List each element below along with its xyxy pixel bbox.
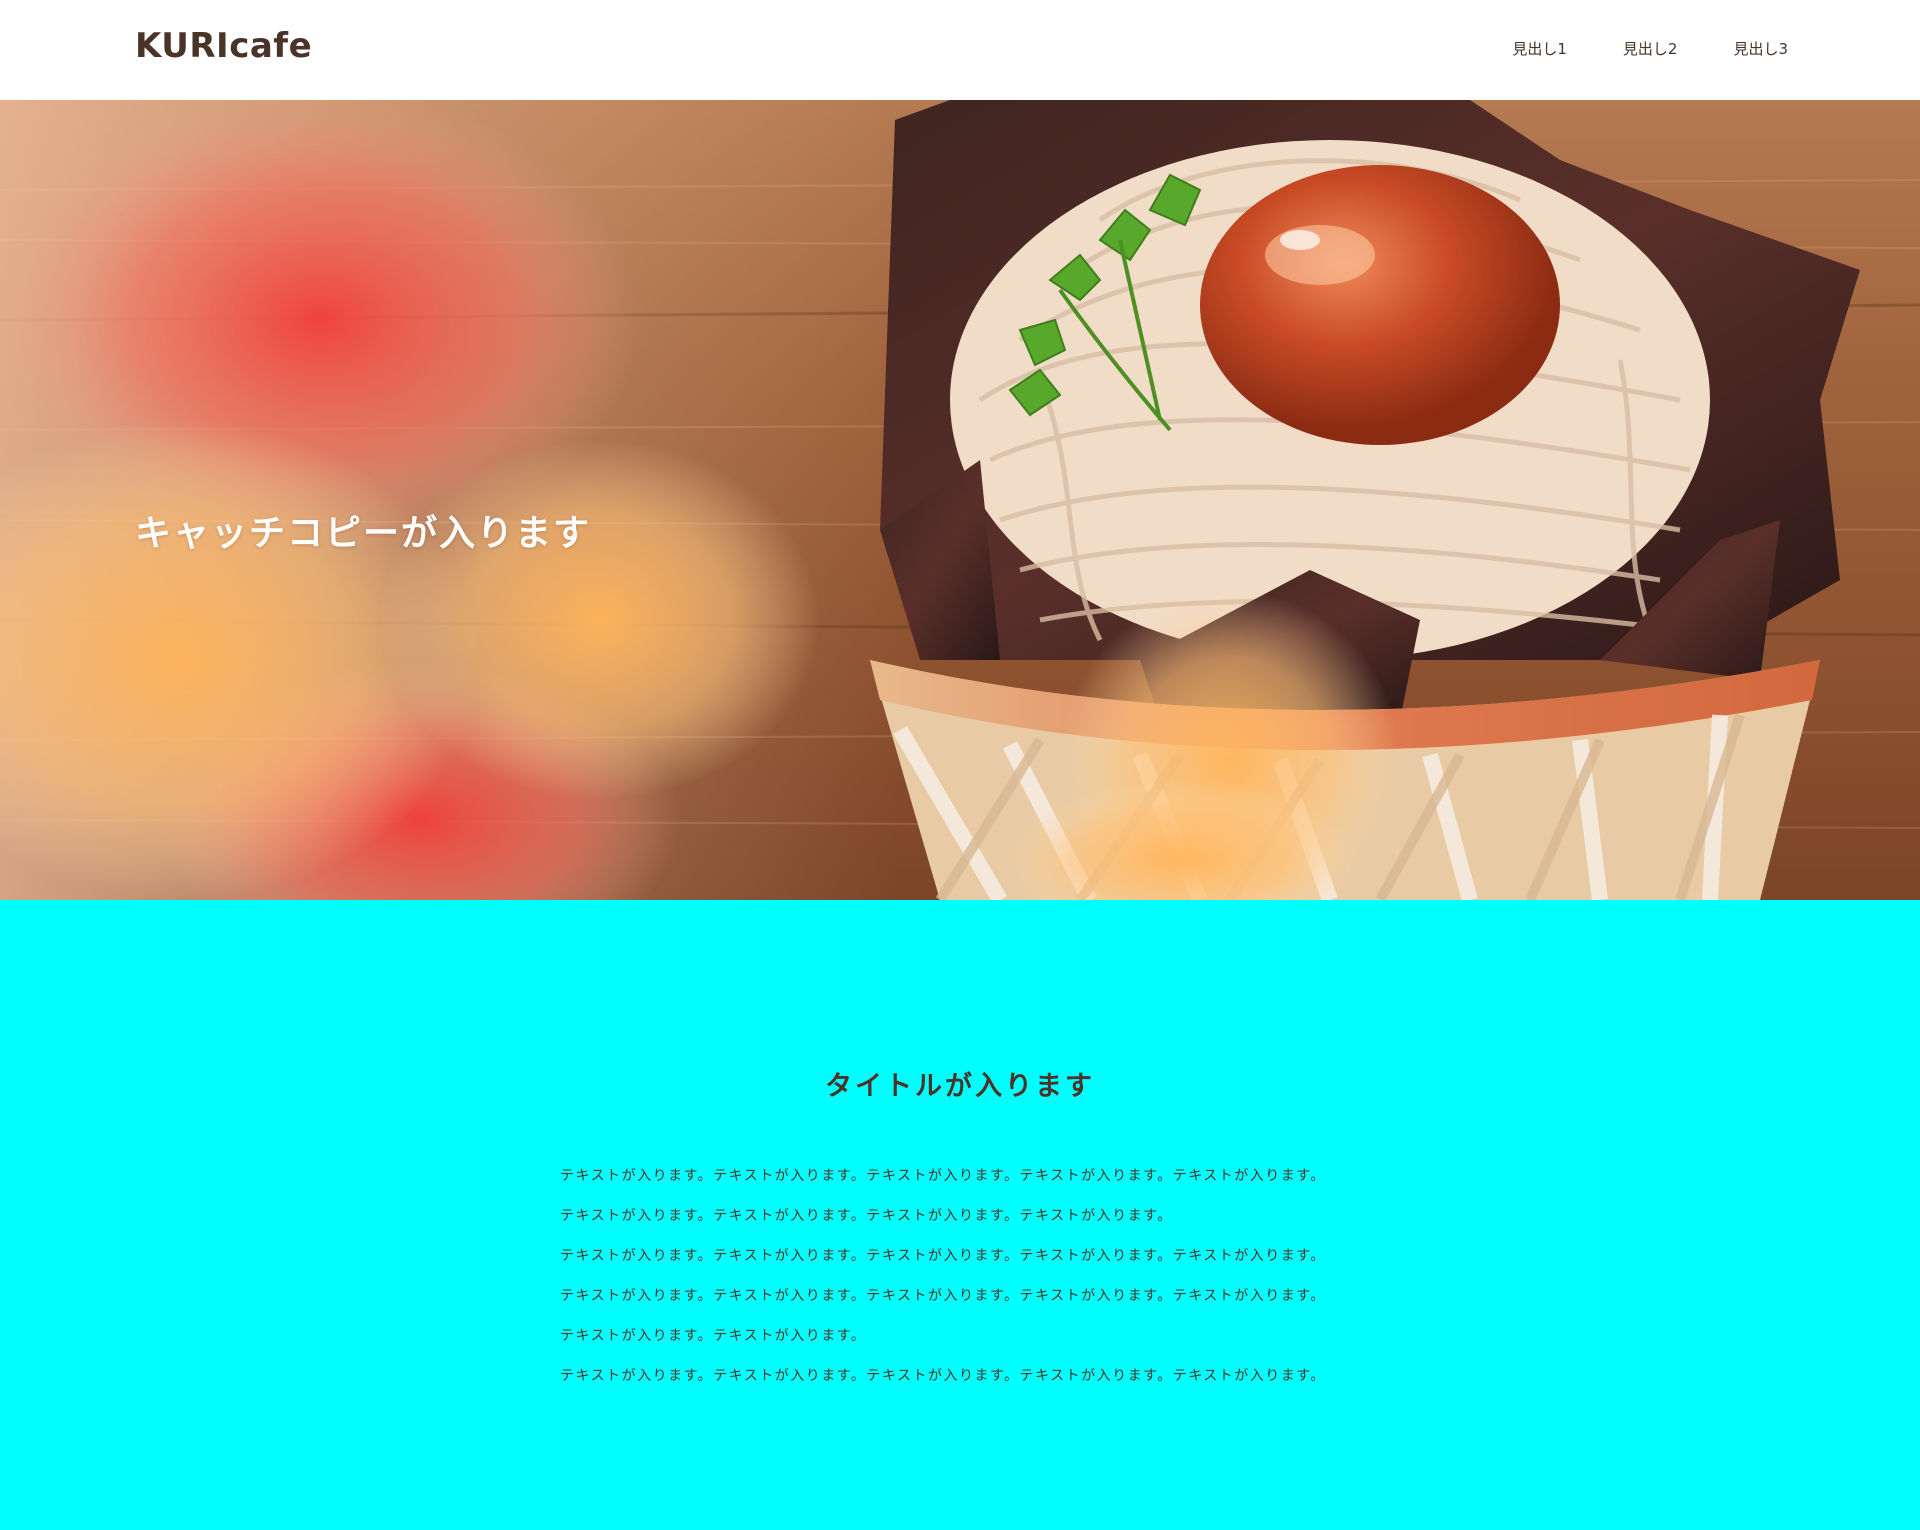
- body-paragraph: テキストが入ります。テキストが入ります。テキストが入ります。テキストが入ります。…: [560, 1368, 1326, 1384]
- hero-section: キャッチコピーが入ります: [0, 100, 1920, 900]
- hero-image: [0, 100, 1920, 900]
- body-paragraph: テキストが入ります。テキストが入ります。テキストが入ります。テキストが入ります。…: [560, 1288, 1326, 1304]
- hero-catchcopy: キャッチコピーが入ります: [135, 513, 592, 554]
- site-logo[interactable]: KURIcafe: [135, 26, 312, 66]
- body-paragraph: テキストが入ります。テキストが入ります。: [560, 1328, 867, 1344]
- nav-item-3[interactable]: 見出し3: [1733, 38, 1788, 59]
- site-header: KURIcafe 見出し1 見出し2 見出し3: [0, 0, 1920, 100]
- nav-item-2[interactable]: 見出し2: [1623, 38, 1678, 59]
- main-nav: 見出し1 見出し2 見出し3: [1512, 38, 1788, 59]
- body-paragraph: テキストが入ります。テキストが入ります。テキストが入ります。テキストが入ります。: [560, 1208, 1173, 1224]
- section-body: テキストが入ります。テキストが入ります。テキストが入ります。テキストが入ります。…: [560, 1164, 1380, 1404]
- section-title: タイトルが入ります: [825, 1071, 1095, 1102]
- body-paragraph: テキストが入ります。テキストが入ります。テキストが入ります。テキストが入ります。…: [560, 1248, 1326, 1264]
- body-paragraph: テキストが入ります。テキストが入ります。テキストが入ります。テキストが入ります。…: [560, 1168, 1326, 1184]
- content-section: タイトルが入ります テキストが入ります。テキストが入ります。テキストが入ります。…: [0, 900, 1920, 1530]
- nav-item-1[interactable]: 見出し1: [1512, 38, 1567, 59]
